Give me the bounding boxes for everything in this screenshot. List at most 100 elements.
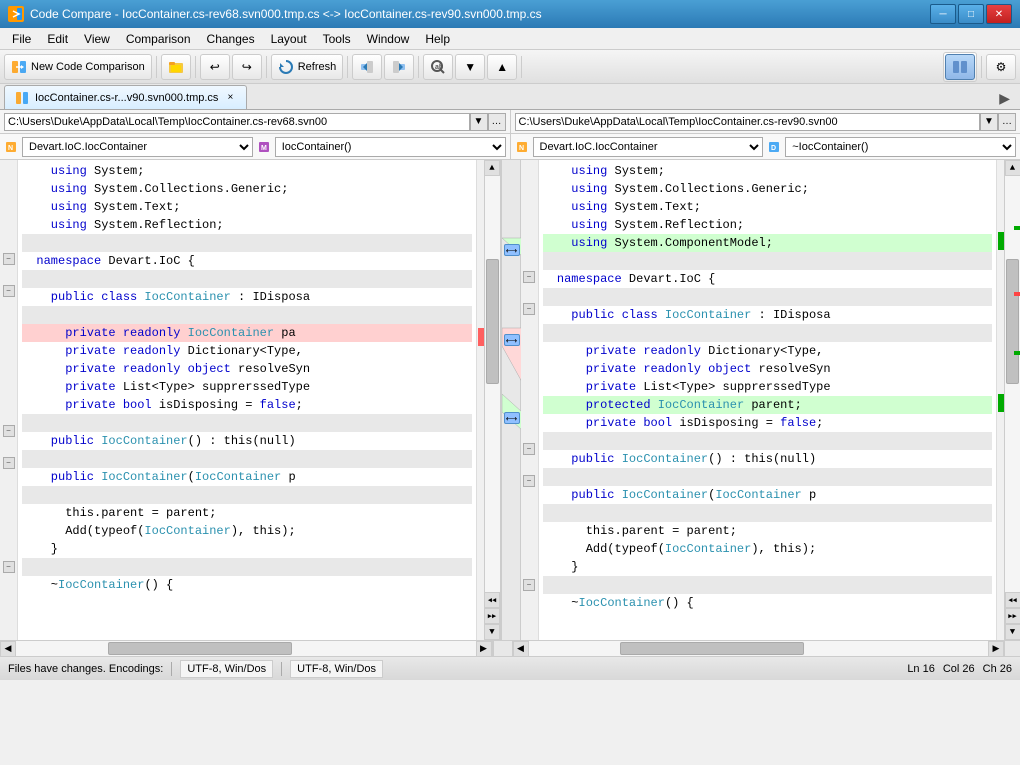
title-bar: Code Compare - IocContainer.cs-rev68.svn…: [0, 0, 1020, 28]
code-container: − − − − −: [0, 160, 1020, 640]
right-line-25: ~IocContainer() {: [543, 594, 993, 612]
side-by-side-button[interactable]: [945, 54, 975, 80]
right-path-input[interactable]: [515, 113, 981, 131]
prev-diff-icon: ▼: [462, 59, 478, 75]
next-diff-icon: ▲: [494, 59, 510, 75]
scroll-corner: [1004, 641, 1020, 656]
right-scroll-thumb[interactable]: [620, 642, 804, 655]
left-path-btn[interactable]: ▼: [470, 113, 488, 131]
menu-file[interactable]: File: [4, 30, 39, 48]
next-diff-button[interactable]: ▲: [487, 54, 517, 80]
left-scroll-track[interactable]: [16, 641, 476, 656]
left-vscroll-next-diff[interactable]: ▶▶: [484, 608, 500, 624]
left-vscroll-thumb[interactable]: [486, 259, 499, 384]
copy-right-button[interactable]: [384, 54, 414, 80]
new-comparison-button[interactable]: New Code Comparison: [4, 54, 152, 80]
right-scroll-right[interactable]: ▶: [988, 641, 1004, 657]
right-line-2: using System.Collections.Generic;: [543, 180, 993, 198]
copy-left-button[interactable]: [352, 54, 382, 80]
right-vscroll-prev-diff[interactable]: ◀◀: [1005, 592, 1020, 608]
right-scroll-left[interactable]: ◀: [513, 641, 529, 657]
left-vscroll-track[interactable]: [485, 176, 500, 592]
right-path-bar: ▼ …: [511, 110, 1020, 133]
left-vscroll-down[interactable]: ▼: [484, 624, 500, 640]
menu-comparison[interactable]: Comparison: [118, 30, 199, 48]
left-vscroll[interactable]: ▲ ◀◀ ▶▶ ▼: [484, 160, 500, 640]
minimize-button[interactable]: ─: [930, 4, 956, 24]
right-browse-btn[interactable]: …: [998, 113, 1016, 131]
menu-view[interactable]: View: [76, 30, 118, 48]
right-fold-btn-4[interactable]: −: [523, 475, 535, 487]
open-button[interactable]: [161, 54, 191, 80]
right-encoding[interactable]: UTF-8, Win/Dos: [290, 660, 383, 678]
left-scroll-thumb[interactable]: [108, 642, 292, 655]
right-method-dropdown[interactable]: ~IocContainer(): [785, 137, 1016, 157]
merge-btn-3[interactable]: ⟷: [504, 412, 520, 424]
tab-label: IocContainer.cs-r...v90.svn000.tmp.cs: [35, 92, 218, 104]
fold-btn-5[interactable]: −: [3, 561, 15, 573]
undo-button[interactable]: ↩: [200, 54, 230, 80]
left-scroll-left[interactable]: ◀: [0, 641, 16, 657]
window-controls[interactable]: ─ □ ✕: [930, 4, 1012, 24]
left-method-dropdown[interactable]: IocContainer(): [275, 137, 506, 157]
right-namespace-dropdown[interactable]: Devart.IoC.IocContainer: [533, 137, 764, 157]
menu-edit[interactable]: Edit: [39, 30, 76, 48]
left-encoding[interactable]: UTF-8, Win/Dos: [180, 660, 273, 678]
main-tab[interactable]: IocContainer.cs-r...v90.svn000.tmp.cs ×: [4, 85, 247, 109]
fold-btn-3[interactable]: −: [3, 425, 15, 437]
tab-close-button[interactable]: ×: [224, 92, 236, 104]
tab-scroll-right[interactable]: ▶: [993, 88, 1016, 109]
right-line-13: private List<Type> supprerssedType: [543, 378, 993, 396]
menu-help[interactable]: Help: [417, 30, 458, 48]
new-comparison-label: New Code Comparison: [31, 61, 145, 73]
merge-btn-2[interactable]: ⟷: [504, 334, 520, 346]
find-icon: ab: [430, 59, 446, 75]
left-scroll-right[interactable]: ▶: [476, 641, 492, 657]
settings-button[interactable]: ⚙: [986, 54, 1016, 80]
right-line-1: using System;: [543, 162, 993, 180]
right-path-btn[interactable]: ▼: [980, 113, 998, 131]
menu-window[interactable]: Window: [359, 30, 418, 48]
side-by-side-icon: [952, 59, 968, 75]
left-namespace-dropdown[interactable]: Devart.IoC.IocContainer: [22, 137, 253, 157]
right-vscroll-track[interactable]: [1005, 176, 1020, 592]
left-code-lines[interactable]: using System; using System.Collections.G…: [18, 160, 476, 640]
merge-btn-1[interactable]: ⟷: [504, 244, 520, 256]
left-vscroll-prev-diff[interactable]: ◀◀: [484, 592, 500, 608]
menu-tools[interactable]: Tools: [315, 30, 359, 48]
fold-btn-2[interactable]: −: [3, 285, 15, 297]
status-bar: Files have changes. Encodings: UTF-8, Wi…: [0, 656, 1020, 680]
right-vscroll-down[interactable]: ▼: [1005, 624, 1020, 640]
separator-5: [418, 56, 419, 78]
right-fold-btn-2[interactable]: −: [523, 303, 535, 315]
prev-diff-button[interactable]: ▼: [455, 54, 485, 80]
svg-text:N: N: [8, 145, 13, 152]
right-fold-btn-5[interactable]: −: [523, 579, 535, 591]
maximize-button[interactable]: □: [958, 4, 984, 24]
right-vscroll-up[interactable]: ▲: [1005, 160, 1020, 176]
right-fold-btn-3[interactable]: −: [523, 443, 535, 455]
left-line-1: using System;: [22, 162, 472, 180]
redo-button[interactable]: ↪: [232, 54, 262, 80]
right-vscroll-next-diff[interactable]: ▶▶: [1005, 608, 1020, 624]
right-line-23: }: [543, 558, 993, 576]
left-path-input[interactable]: [4, 113, 470, 131]
right-scroll-track[interactable]: [529, 641, 989, 656]
right-code-lines[interactable]: using System; using System.Collections.G…: [539, 160, 997, 640]
left-browse-btn[interactable]: …: [488, 113, 506, 131]
fold-btn-1[interactable]: −: [3, 253, 15, 265]
view-toggle-group[interactable]: [943, 52, 977, 82]
find-button[interactable]: ab: [423, 54, 453, 80]
left-vscroll-up[interactable]: ▲: [484, 160, 500, 176]
menu-layout[interactable]: Layout: [263, 30, 315, 48]
right-diff-markers: [996, 160, 1004, 640]
fold-btn-4[interactable]: −: [3, 457, 15, 469]
left-line-16: public IocContainer() : this(null): [22, 432, 472, 450]
left-line-10: private readonly IocContainer pa: [22, 324, 472, 342]
close-button[interactable]: ✕: [986, 4, 1012, 24]
right-vscroll-thumb[interactable]: [1006, 259, 1019, 384]
refresh-button[interactable]: Refresh: [271, 54, 344, 80]
right-vscroll[interactable]: ▲ ◀◀ ▶▶ ▼: [1004, 160, 1020, 640]
right-fold-btn-1[interactable]: −: [523, 271, 535, 283]
menu-changes[interactable]: Changes: [199, 30, 263, 48]
